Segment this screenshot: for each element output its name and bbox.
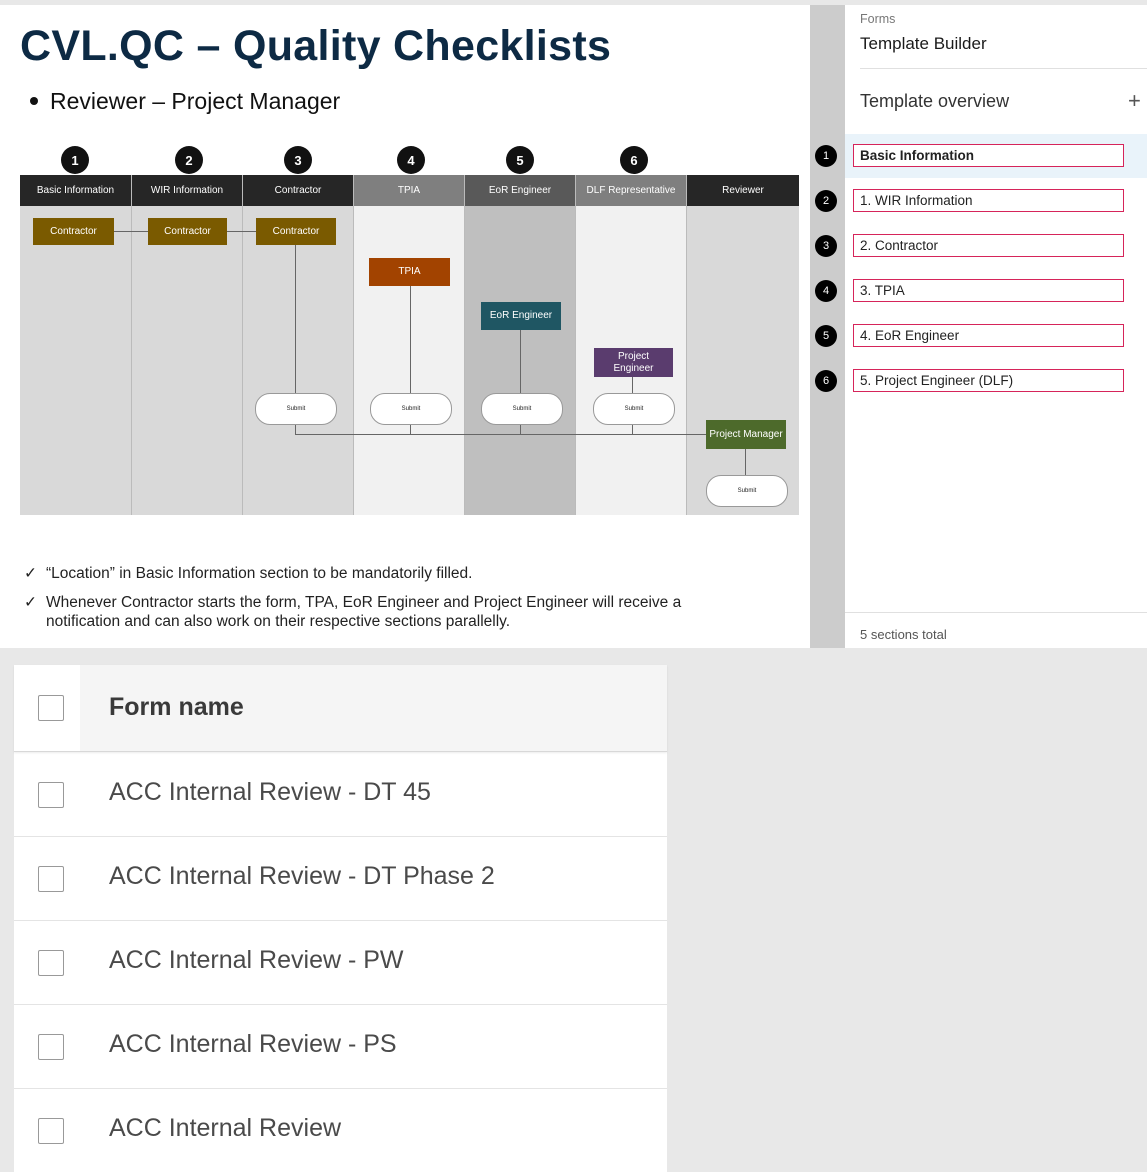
- lane-dlf-representative: DLF Representative: [576, 175, 687, 515]
- step-badge-3: 3: [284, 146, 312, 174]
- check-icon: ✓: [24, 565, 37, 582]
- table-row[interactable]: ACC Internal Review - DT Phase 2: [14, 836, 667, 921]
- box-contractor-2: Contractor: [148, 218, 227, 245]
- step-badge-1: 1: [61, 146, 89, 174]
- box-project-manager: Project Manager: [706, 420, 786, 449]
- box-eor-engineer: EoR Engineer: [481, 302, 561, 330]
- breadcrumb[interactable]: Forms: [860, 12, 895, 26]
- lane-header: TPIA: [354, 175, 464, 206]
- connector-line: [295, 434, 706, 435]
- template-overview-heading: Template overview: [860, 91, 1010, 111]
- box-contractor-1: Contractor: [33, 218, 114, 245]
- form-name[interactable]: ACC Internal Review - PS: [109, 1030, 397, 1059]
- form-name[interactable]: ACC Internal Review - DT 45: [109, 778, 431, 807]
- connector-line: [520, 330, 521, 393]
- check-icon: ✓: [24, 594, 37, 611]
- box-project-engineer: Project Engineer: [594, 348, 673, 377]
- page-title: Template Builder: [860, 34, 987, 53]
- submit-node: Submit: [255, 393, 337, 425]
- section-badge-4: 4: [815, 280, 837, 302]
- section-basic-information[interactable]: Basic Information: [853, 144, 1124, 167]
- connector-line: [114, 231, 148, 232]
- form-name[interactable]: ACC Internal Review - DT Phase 2: [109, 862, 495, 891]
- table-row[interactable]: ACC Internal Review - PW: [14, 920, 667, 1005]
- submit-node: Submit: [593, 393, 675, 425]
- section-badge-1: 1: [815, 145, 837, 167]
- submit-node: Submit: [370, 393, 452, 425]
- lane-header: DLF Representative: [576, 175, 686, 206]
- form-name[interactable]: ACC Internal Review: [109, 1114, 341, 1143]
- section-badge-5: 5: [815, 325, 837, 347]
- note-text: Whenever Contractor starts the form, TPA…: [46, 594, 682, 611]
- step-badge-4: 4: [397, 146, 425, 174]
- slide-title: CVL.QC – Quality Checklists: [20, 22, 612, 70]
- step-badge-5: 5: [506, 146, 534, 174]
- lane-header: Reviewer: [687, 175, 799, 206]
- bullet-dot: [30, 97, 38, 105]
- note-1: ✓ “Location” in Basic Information section…: [24, 565, 472, 583]
- row-checkbox[interactable]: [38, 950, 64, 976]
- box-tpia: TPIA: [369, 258, 450, 286]
- submit-node: Submit: [706, 475, 788, 507]
- column-header-form-name[interactable]: Form name: [109, 693, 244, 722]
- step-badge-6: 6: [620, 146, 648, 174]
- table-row[interactable]: ACC Internal Review: [14, 1088, 667, 1172]
- table-row[interactable]: ACC Internal Review - DT 45: [14, 752, 667, 837]
- lane-reviewer: Reviewer: [687, 175, 799, 515]
- row-checkbox[interactable]: [38, 782, 64, 808]
- divider: [845, 612, 1147, 613]
- lane-header: EoR Engineer: [465, 175, 575, 206]
- connector-line: [632, 377, 633, 393]
- section-badge-3: 3: [815, 235, 837, 257]
- row-checkbox[interactable]: [38, 1118, 64, 1144]
- section-eor-engineer[interactable]: 4. EoR Engineer: [853, 324, 1124, 347]
- slide-subtitle: Reviewer – Project Manager: [50, 88, 341, 114]
- step-badge-2: 2: [175, 146, 203, 174]
- connector-line: [295, 245, 296, 393]
- connector-line: [745, 449, 746, 475]
- select-all-checkbox[interactable]: [38, 695, 64, 721]
- table-row[interactable]: ACC Internal Review - PS: [14, 1004, 667, 1089]
- section-badge-2: 2: [815, 190, 837, 212]
- section-tpia[interactable]: 3. TPIA: [853, 279, 1124, 302]
- connector-line: [227, 231, 256, 232]
- add-section-icon[interactable]: +: [1128, 88, 1141, 114]
- row-checkbox[interactable]: [38, 1034, 64, 1060]
- row-checkbox[interactable]: [38, 866, 64, 892]
- note-text: “Location” in Basic Information section …: [46, 565, 473, 582]
- form-name[interactable]: ACC Internal Review - PW: [109, 946, 404, 975]
- lane-header: Basic Information: [20, 175, 131, 206]
- section-badge-6: 6: [815, 370, 837, 392]
- sections-total: 5 sections total: [860, 627, 947, 642]
- box-contractor-3: Contractor: [256, 218, 336, 245]
- submit-node: Submit: [481, 393, 563, 425]
- lane-header: Contractor: [243, 175, 353, 206]
- section-contractor[interactable]: 2. Contractor: [853, 234, 1124, 257]
- connector-line: [410, 286, 411, 393]
- divider: [860, 68, 1147, 69]
- lane-header: WIR Information: [132, 175, 242, 206]
- section-wir-information[interactable]: 1. WIR Information: [853, 189, 1124, 212]
- note-2-continued: notification and can also work on their …: [46, 613, 511, 630]
- section-project-engineer[interactable]: 5. Project Engineer (DLF): [853, 369, 1124, 392]
- note-2: ✓ Whenever Contractor starts the form, TP…: [24, 594, 681, 612]
